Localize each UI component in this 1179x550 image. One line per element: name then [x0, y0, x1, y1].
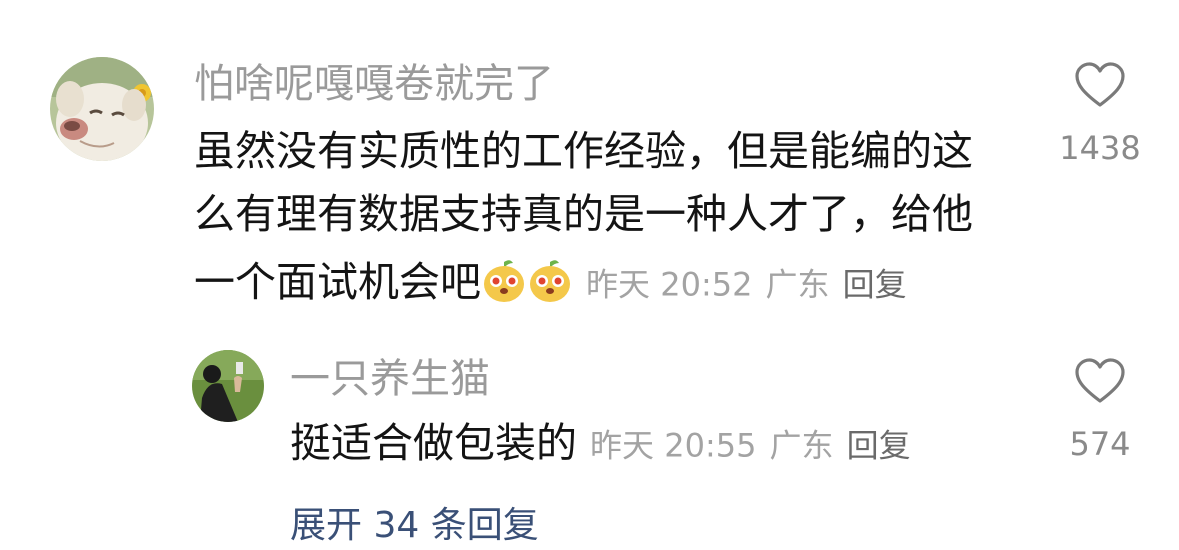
comment-time: 昨天 20:52 [586, 265, 753, 304]
comment-like: 1438 [1040, 62, 1160, 168]
comment-text-line-3-text: 一个面试机会吧 [194, 258, 481, 306]
reply-location: 广东 [769, 426, 834, 465]
reply-text: 挺适合做包装的 [290, 419, 577, 467]
reply-like-count: 574 [1069, 425, 1131, 463]
cute-face-emoji [484, 260, 524, 302]
user-avatar[interactable] [50, 57, 154, 161]
comment-username[interactable]: 怕啥呢嘎嘎卷就完了 [194, 60, 554, 108]
reply-time: 昨天 20:55 [590, 426, 757, 465]
reply-user-avatar[interactable] [192, 350, 264, 422]
heart-icon[interactable] [1074, 62, 1126, 108]
comment-reply-button[interactable]: 回复 [843, 266, 907, 304]
reply-text-line: 挺适合做包装的 昨天 20:55 广东 回复 [290, 412, 911, 478]
comment-location: 广东 [765, 265, 830, 304]
expand-replies-button[interactable]: 展开 34 条回复 [290, 504, 539, 548]
cute-face-emoji [530, 260, 570, 302]
reply-like: 574 [1040, 358, 1160, 464]
heart-icon[interactable] [1074, 358, 1126, 404]
comment-text-line-1: 虽然没有实质性的工作经验，但是能编的这 [194, 127, 973, 175]
person-avatar-image [192, 350, 264, 422]
reply-reply-button[interactable]: 回复 [847, 427, 911, 465]
reply-username[interactable]: 一只养生猫 [290, 355, 490, 403]
comment-text-line-3: 一个面试机会吧 昨天 20:52 广东 回复 [194, 251, 907, 317]
comment-like-count: 1438 [1059, 129, 1141, 167]
comment-thread: 怕啥呢嘎嘎卷就完了 虽然没有实质性的工作经验，但是能编的这 么有理有数据支持真的… [0, 0, 1179, 550]
comment-text-line-2: 么有理有数据支持真的是一种人才了，给他 [194, 190, 973, 238]
dog-avatar-image [50, 57, 154, 161]
